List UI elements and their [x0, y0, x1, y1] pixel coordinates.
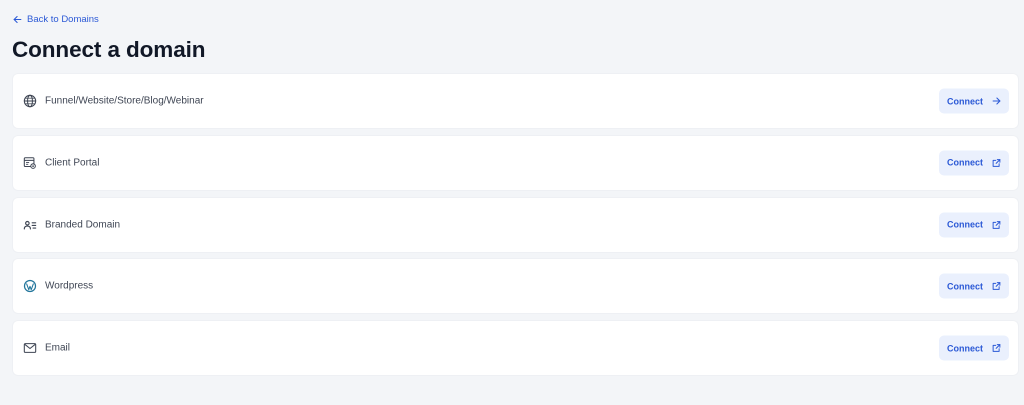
back-to-domains-link[interactable]: Back to Domains — [13, 12, 99, 26]
option-branded-domain: Branded Domain Connect — [13, 197, 1018, 252]
option-label: Wordpress — [45, 280, 94, 292]
connect-button-label: Connect — [947, 343, 983, 354]
option-email: Email Connect — [13, 321, 1018, 376]
connect-button[interactable]: Connect — [939, 212, 1009, 238]
option-client-portal: Client Portal Connect — [13, 135, 1018, 190]
connect-button[interactable]: Connect — [939, 88, 1009, 114]
connect-button[interactable]: Connect — [939, 273, 1009, 299]
user-list-icon — [23, 218, 37, 232]
connect-button-label: Connect — [947, 96, 983, 106]
connect-button-label: Connect — [947, 219, 983, 230]
external-link-icon — [992, 220, 1001, 229]
connect-button[interactable]: Connect — [939, 150, 1009, 176]
page-title: Connect a domain — [12, 37, 206, 62]
wordpress-icon — [23, 279, 37, 293]
external-link-icon — [992, 282, 1001, 291]
mail-icon — [23, 341, 37, 355]
option-label: Funnel/Website/Store/Blog/Webinar — [45, 95, 204, 107]
external-link-icon — [992, 344, 1001, 353]
connect-button-label: Connect — [947, 157, 983, 168]
connect-button-label: Connect — [947, 281, 983, 292]
client-portal-icon — [23, 156, 37, 170]
arrow-right-icon — [992, 97, 1001, 106]
option-label: Email — [45, 342, 71, 354]
option-wordpress: Wordpress Connect — [13, 259, 1018, 314]
external-link-icon — [992, 158, 1001, 167]
globe-icon — [23, 94, 37, 108]
option-label: Branded Domain — [45, 219, 121, 231]
option-funnel-website: Funnel/Website/Store/Blog/Webinar Connec… — [13, 74, 1018, 128]
option-label: Client Portal — [45, 157, 100, 169]
domain-options-list: Funnel/Website/Store/Blog/Webinar Connec… — [13, 74, 1018, 383]
arrow-left-icon — [13, 15, 22, 24]
connect-button[interactable]: Connect — [939, 335, 1009, 361]
back-link-label: Back to Domains — [27, 13, 99, 25]
